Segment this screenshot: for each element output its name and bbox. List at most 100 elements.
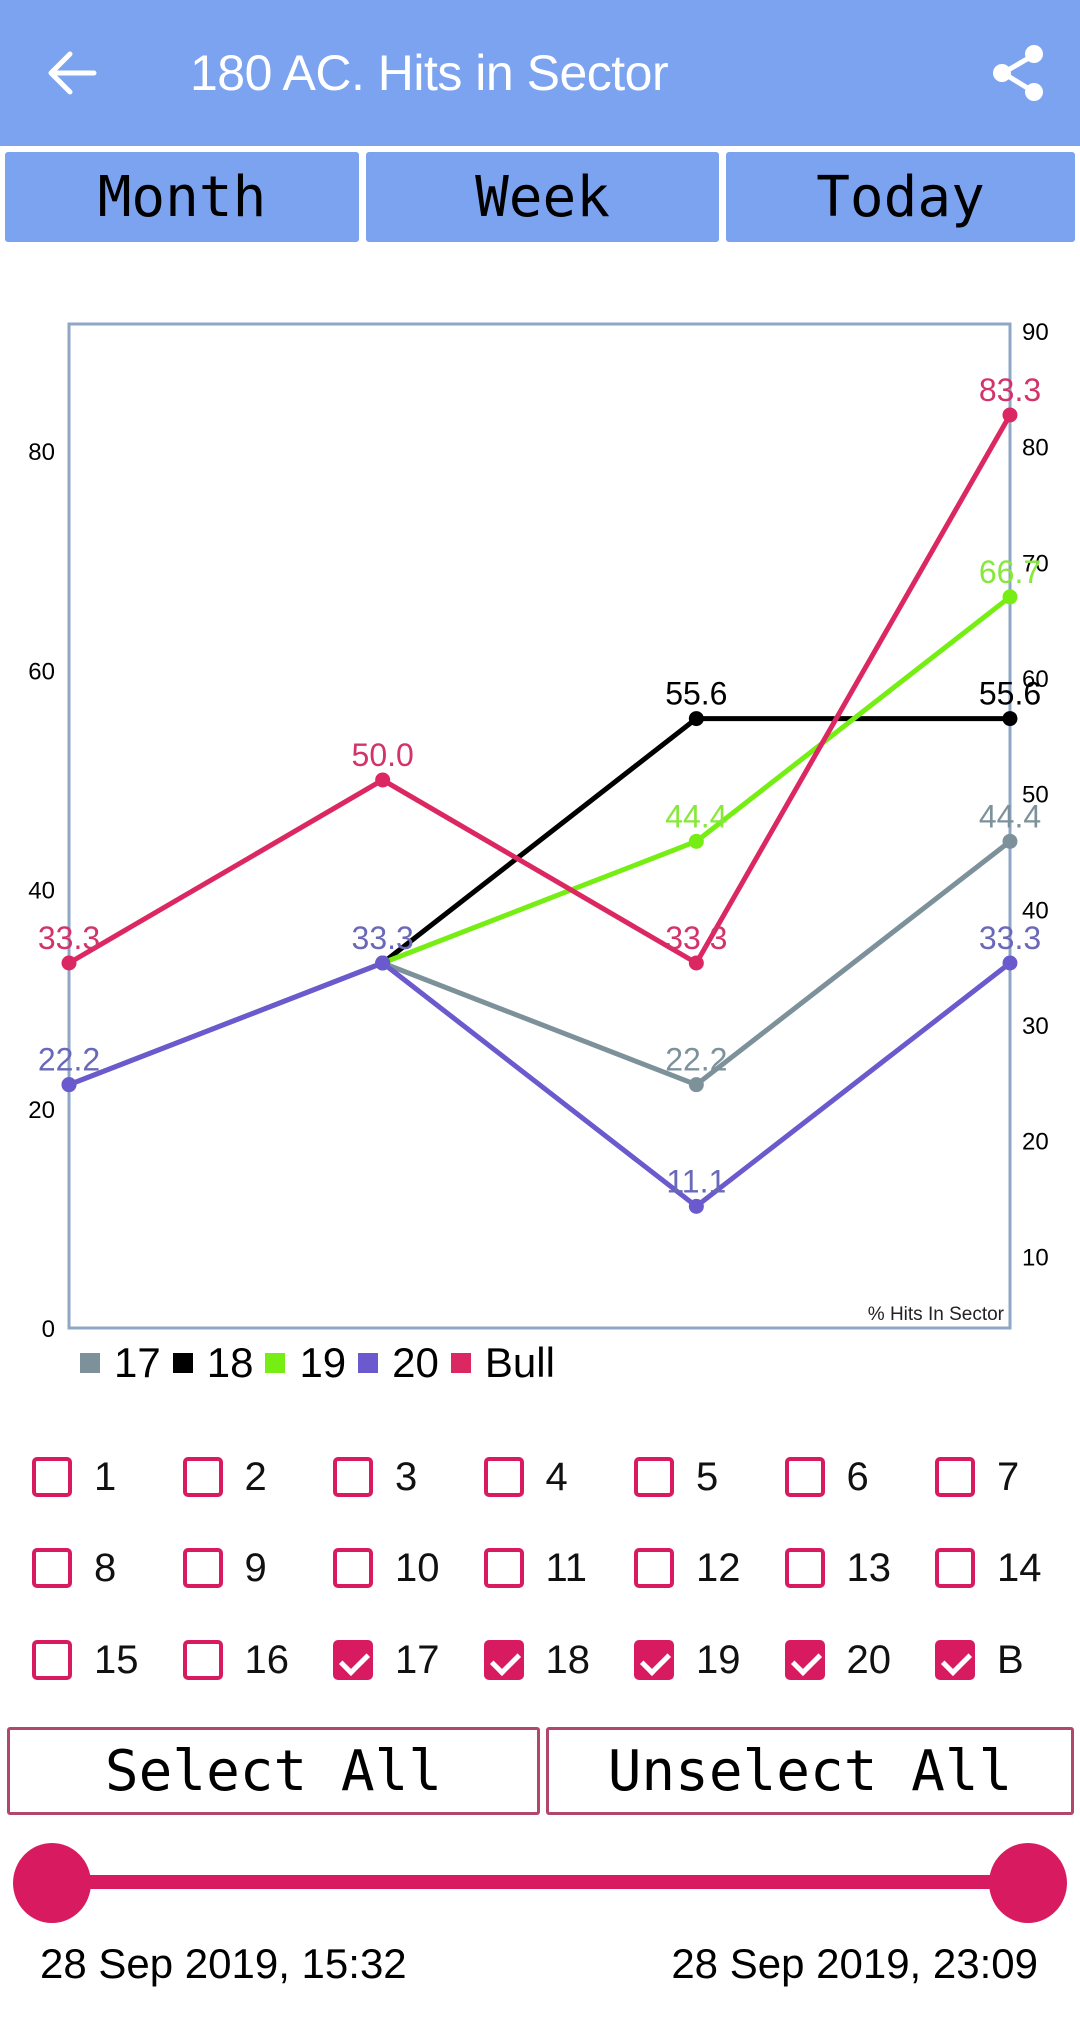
legend-swatch (358, 1353, 379, 1373)
checkbox-checked-icon[interactable] (935, 1640, 975, 1680)
select-all-button[interactable]: Select All (7, 1727, 540, 1815)
sector-checkbox-label: 14 (997, 1545, 1042, 1590)
right-axis-tick-label: 20 (1022, 1129, 1049, 1156)
sector-checkbox-17[interactable]: 17 (333, 1635, 440, 1685)
legend-item: 17 (80, 1339, 161, 1387)
checkbox-unchecked-icon[interactable] (784, 1548, 825, 1588)
checkbox-unchecked-icon[interactable] (182, 1640, 223, 1680)
checkbox-checked-icon[interactable] (483, 1640, 524, 1680)
sector-checkbox-1[interactable]: 1 (32, 1452, 116, 1502)
range-slider-track[interactable] (52, 1875, 1028, 1889)
checkbox-unchecked-icon[interactable] (483, 1548, 524, 1588)
sector-checkbox-18[interactable]: 18 (483, 1635, 591, 1685)
sector-checkbox-6[interactable]: 6 (784, 1452, 869, 1502)
sector-checkbox-b[interactable]: B (935, 1635, 1024, 1685)
data-label: 11.1 (666, 1163, 726, 1199)
sector-checkbox-16[interactable]: 16 (182, 1635, 290, 1685)
sector-checkbox-label: 18 (545, 1637, 591, 1682)
tab-month[interactable]: Month (5, 152, 359, 242)
left-axis-tick-label: 60 (28, 658, 55, 685)
sector-checkbox-8[interactable]: 8 (32, 1543, 116, 1593)
data-label: 33.3 (665, 920, 727, 956)
sector-checkbox-7[interactable]: 7 (935, 1452, 1019, 1502)
checkbox-unchecked-icon[interactable] (333, 1457, 373, 1497)
sector-checkbox-label: 1 (94, 1454, 117, 1499)
checkbox-unchecked-icon[interactable] (32, 1548, 72, 1588)
share-button[interactable] (985, 40, 1051, 106)
checkbox-unchecked-icon[interactable] (182, 1457, 223, 1497)
data-point-bull (1002, 407, 1018, 423)
data-point-20 (1002, 955, 1018, 971)
legend-item: 18 (172, 1339, 253, 1387)
checkbox-unchecked-icon[interactable] (634, 1457, 674, 1497)
data-label: 33.3 (38, 920, 100, 956)
series-line-bull (67, 413, 1013, 966)
checkbox-unchecked-icon[interactable] (182, 1548, 223, 1588)
sector-checkbox-10[interactable]: 10 (333, 1543, 440, 1593)
checkbox-unchecked-icon[interactable] (333, 1548, 373, 1588)
data-point-18 (688, 711, 704, 727)
data-point-17 (688, 1077, 704, 1093)
data-point-20 (688, 1198, 704, 1214)
legend-label: Bull (484, 1339, 555, 1386)
sector-checkbox-15[interactable]: 15 (32, 1635, 139, 1685)
data-point-17 (1002, 833, 1018, 849)
range-start-date: 28 Sep 2019, 15:32 (40, 1940, 407, 1987)
sector-checkbox-20[interactable]: 20 (784, 1635, 891, 1685)
checkbox-unchecked-icon[interactable] (483, 1457, 524, 1497)
sector-checkbox-14[interactable]: 14 (935, 1543, 1042, 1593)
sector-checkbox-2[interactable]: 2 (182, 1452, 267, 1502)
legend-label: 20 (392, 1339, 439, 1386)
data-point-bull (61, 955, 77, 971)
sector-checkbox-label: 13 (846, 1545, 892, 1590)
sector-checkbox-label: 4 (545, 1454, 568, 1499)
legend-swatch (80, 1353, 100, 1373)
data-point-19 (1002, 589, 1018, 605)
legend-label: 17 (114, 1339, 161, 1386)
checkbox-checked-icon[interactable] (784, 1640, 825, 1680)
data-label: 44.4 (665, 798, 727, 834)
tab-week[interactable]: Week (366, 152, 719, 242)
checkbox-unchecked-icon[interactable] (784, 1457, 825, 1497)
sector-checkbox-9[interactable]: 9 (182, 1543, 267, 1593)
data-point-bull (375, 772, 391, 788)
sector-checkbox-4[interactable]: 4 (483, 1452, 568, 1502)
legend-item: 19 (265, 1339, 346, 1387)
right-axis-tick-label: 30 (1022, 1013, 1049, 1040)
app-bar: 180 AC. Hits in Sector (0, 0, 1080, 146)
range-slider-start-handle[interactable] (13, 1843, 91, 1923)
unselect-all-button[interactable]: Unselect All (546, 1727, 1074, 1815)
sector-checkbox-5[interactable]: 5 (634, 1452, 718, 1502)
sector-checkbox-12[interactable]: 12 (634, 1543, 741, 1593)
legend-swatch (172, 1353, 193, 1373)
sector-checkbox-3[interactable]: 3 (333, 1452, 417, 1502)
checkbox-unchecked-icon[interactable] (634, 1548, 674, 1588)
sector-checkbox-19[interactable]: 19 (634, 1635, 741, 1685)
right-axis-tick-label: 90 (1022, 319, 1049, 346)
sector-checkbox-label: B (997, 1637, 1024, 1682)
checkbox-unchecked-icon[interactable] (32, 1640, 72, 1680)
checkbox-unchecked-icon[interactable] (32, 1457, 72, 1497)
sector-checkbox-11[interactable]: 11 (483, 1543, 587, 1593)
range-end-date: 28 Sep 2019, 23:09 (671, 1940, 1038, 1987)
range-slider-end-handle[interactable] (989, 1843, 1067, 1923)
sector-checkbox-label: 17 (395, 1637, 440, 1682)
data-label: 33.3 (979, 920, 1041, 956)
data-label: 83.3 (979, 372, 1041, 408)
tab-today[interactable]: Today (726, 152, 1075, 242)
data-point-18 (1002, 711, 1018, 727)
data-label: 33.3 (352, 920, 414, 956)
checkbox-checked-icon[interactable] (634, 1640, 674, 1680)
checkbox-checked-icon[interactable] (333, 1640, 373, 1680)
checkbox-unchecked-icon[interactable] (935, 1457, 975, 1497)
sector-checkbox-13[interactable]: 13 (784, 1543, 892, 1593)
sector-checkbox-label: 16 (244, 1637, 290, 1682)
legend-item: Bull (450, 1339, 555, 1387)
back-button[interactable] (40, 40, 106, 106)
data-point-20 (375, 955, 391, 971)
data-label: 50.0 (352, 737, 414, 773)
data-label: 44.4 (979, 798, 1041, 834)
checkbox-unchecked-icon[interactable] (935, 1548, 975, 1588)
sector-checkbox-label: 2 (244, 1454, 267, 1499)
left-axis-tick-label: 40 (28, 878, 55, 905)
